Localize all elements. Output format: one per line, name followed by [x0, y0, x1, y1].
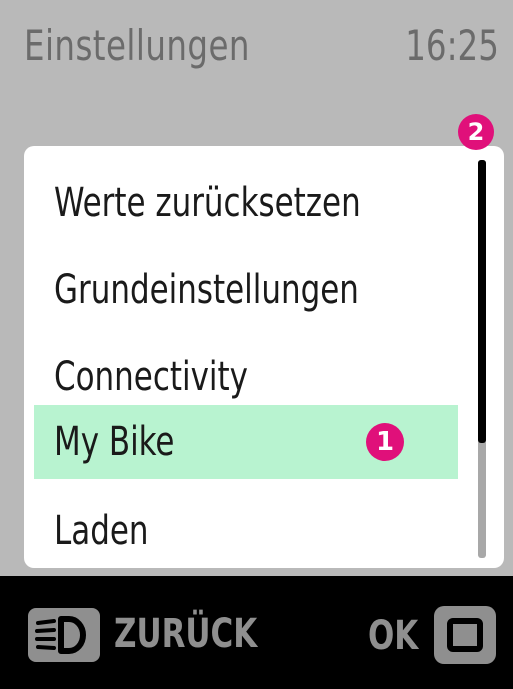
scrollbar[interactable] — [478, 160, 486, 558]
back-button-label[interactable]: ZURÜCK — [114, 606, 257, 662]
menu-item-label: Connectivity — [54, 354, 248, 400]
headlight-icon — [35, 616, 86, 654]
ok-button-label[interactable]: OK — [368, 608, 418, 664]
settings-menu: Werte zurücksetzen Grundeinstellungen Co… — [24, 146, 504, 568]
page-title: Einstellungen — [24, 21, 250, 70]
menu-item-my-bike[interactable]: My Bike 1 — [34, 405, 458, 479]
menu-item-connectivity[interactable]: Connectivity — [34, 340, 458, 414]
scrollbar-thumb[interactable] — [478, 160, 486, 443]
light-icon[interactable] — [28, 608, 100, 662]
menu-item-basic-settings[interactable]: Grundeinstellungen — [34, 253, 458, 327]
square-outline-icon — [447, 618, 483, 652]
menu-item-label: My Bike — [54, 419, 175, 465]
square-button-icon[interactable] — [434, 606, 496, 664]
bike-display-screen: Einstellungen 16:25 Werte zurücksetzen G… — [0, 0, 513, 689]
menu-item-reset-values[interactable]: Werte zurücksetzen — [34, 166, 458, 240]
footer-bar: ZURÜCK OK — [0, 576, 513, 689]
menu-item-label: Werte zurücksetzen — [54, 180, 361, 226]
clock-time: 16:25 — [405, 21, 499, 70]
selection-number-badge: 1 — [366, 423, 404, 461]
menu-item-label: Grundeinstellungen — [54, 267, 359, 313]
menu-item-label: Laden — [54, 508, 149, 554]
scroll-number-badge: 2 — [458, 114, 494, 150]
menu-item-charging[interactable]: Laden — [34, 494, 458, 568]
